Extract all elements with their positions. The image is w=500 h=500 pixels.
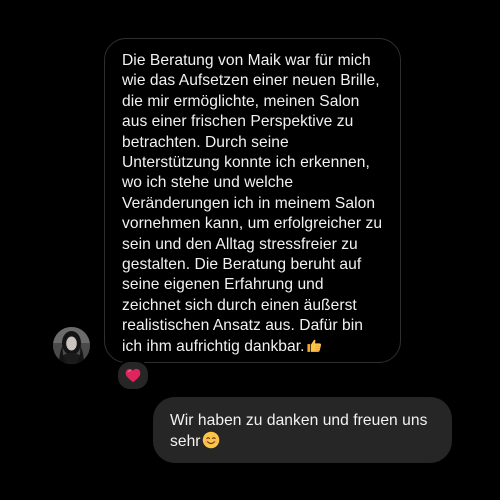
message-reaction[interactable] — [116, 360, 150, 391]
incoming-message-bubble[interactable]: Die Beratung von Maik war für mich wie d… — [104, 38, 401, 363]
smiling-face-icon — [202, 431, 220, 449]
red-heart-icon — [125, 368, 141, 383]
outgoing-message-bubble[interactable]: Wir haben zu danken und freuen uns sehr — [153, 397, 452, 463]
outgoing-message: Wir haben zu danken und freuen uns sehr — [170, 410, 440, 452]
incoming-message: Die Beratung von Maik war für mich wie d… — [122, 51, 386, 357]
avatar[interactable] — [53, 327, 90, 364]
incoming-message-text: Die Beratung von Maik war für mich wie d… — [122, 52, 383, 355]
chat-thread: Die Beratung von Maik war für mich wie d… — [0, 0, 500, 500]
thumbs-up-icon — [306, 337, 323, 354]
